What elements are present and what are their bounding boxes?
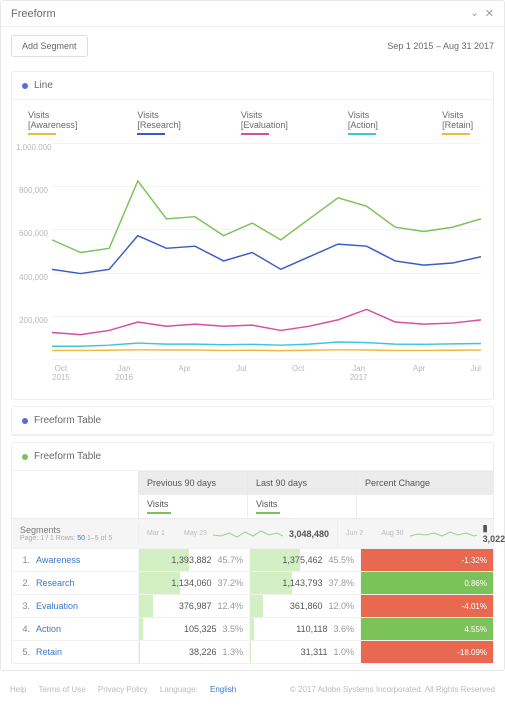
table-row[interactable]: 3.Evaluation376,98712.4%361,86012.0%-4.0… — [12, 594, 493, 617]
freeform-table-section-collapsed: Freeform Table — [11, 406, 494, 436]
total-previous: 3,048,480 — [289, 529, 329, 539]
drag-handle-icon — [22, 83, 28, 89]
percent-change-cell: 4.55% — [360, 618, 493, 640]
panel-toolbar: Add Segment Sep 1 2015 – Aug 31 2017 — [1, 27, 504, 65]
freeform-table-section: Freeform Table Previous 90 days Last 90 … — [11, 442, 494, 664]
legend-item[interactable]: Visits [Action] — [348, 110, 382, 135]
table-row[interactable]: 4.Action105,3253.5%110,1183.6%4.55% — [12, 617, 493, 640]
percent-change-cell: -18.09% — [360, 641, 493, 663]
col-header-last[interactable]: Last 90 days — [247, 471, 356, 494]
page-footer: Help Terms of Use Privacy Policy Languag… — [0, 671, 505, 708]
col-header-previous[interactable]: Previous 90 days — [138, 471, 247, 494]
line-section-header[interactable]: Line — [12, 72, 493, 100]
panel-title: Freeform — [11, 8, 56, 20]
segment-name: Awareness — [36, 555, 80, 565]
rows-per-page-link[interactable]: 50 — [77, 535, 85, 542]
footer-copyright: © 2017 Adobe Systems Incorporated. All R… — [290, 685, 495, 694]
segment-name: Action — [36, 624, 61, 634]
percent-change-cell: -1.32% — [360, 549, 493, 571]
freeform-table-title-collapsed: Freeform Table — [34, 415, 101, 426]
collapse-chevron-icon[interactable]: ⌄ — [470, 8, 478, 19]
segment-name: Retain — [36, 647, 62, 657]
legend-item[interactable]: Visits [Evaluation] — [241, 110, 288, 135]
close-icon[interactable]: ✕ — [485, 7, 494, 20]
subheader-visits-last: Visits — [247, 494, 356, 518]
table-row[interactable]: 1.Awareness1,393,88245.7%1,375,46245.5%-… — [12, 548, 493, 571]
chart-legend: Visits [Awareness] Visits [Research] Visit… — [12, 100, 493, 139]
freeform-table-header[interactable]: Freeform Table — [12, 443, 493, 471]
total-last: ▮ 3,022,544 — [483, 523, 505, 544]
footer-privacy-link[interactable]: Privacy Policy — [98, 685, 148, 694]
table-totals-row: Segments Page: 1 / 1 Rows: 50 1–5 of 5 M… — [12, 518, 493, 548]
segment-name: Evaluation — [36, 601, 78, 611]
subheader-visits-prev: Visits — [138, 494, 247, 518]
drag-handle-icon — [22, 418, 28, 424]
footer-language-link[interactable]: English — [210, 685, 236, 694]
line-chart: 1,000,000800,000600,000400,000200,000 Oc… — [52, 143, 481, 383]
footer-terms-link[interactable]: Terms of Use — [39, 685, 86, 694]
line-section-title: Line — [34, 80, 53, 91]
freeform-table-title: Freeform Table — [34, 451, 101, 462]
table-row[interactable]: 5.Retain38,2261.3%31,3111.0%-18.09% — [12, 640, 493, 663]
line-section: Line Visits [Awareness] Visits [Research]… — [11, 71, 494, 400]
percent-change-cell: 0.86% — [360, 572, 493, 594]
segments-label: Segments — [20, 525, 130, 535]
legend-item[interactable]: Visits [Awareness] — [28, 110, 77, 135]
date-range-label[interactable]: Sep 1 2015 – Aug 31 2017 — [387, 41, 494, 51]
add-segment-button[interactable]: Add Segment — [11, 35, 88, 57]
legend-item[interactable]: Visits [Research] — [137, 110, 181, 135]
freeform-panel: Freeform ⌄ ✕ Add Segment Sep 1 2015 – Au… — [0, 0, 505, 671]
table-row[interactable]: 2.Research1,134,06037.2%1,143,79337.8%0.… — [12, 571, 493, 594]
drag-handle-icon — [22, 454, 28, 460]
panel-header: Freeform ⌄ ✕ — [1, 1, 504, 27]
col-header-percent-change[interactable]: Percent Change — [356, 471, 493, 494]
footer-help-link[interactable]: Help — [10, 685, 26, 694]
freeform-table-header-collapsed[interactable]: Freeform Table — [12, 407, 493, 435]
legend-item[interactable]: Visits [Retain] — [442, 110, 477, 135]
segment-name: Research — [36, 578, 75, 588]
percent-change-cell: -4.01% — [360, 595, 493, 617]
